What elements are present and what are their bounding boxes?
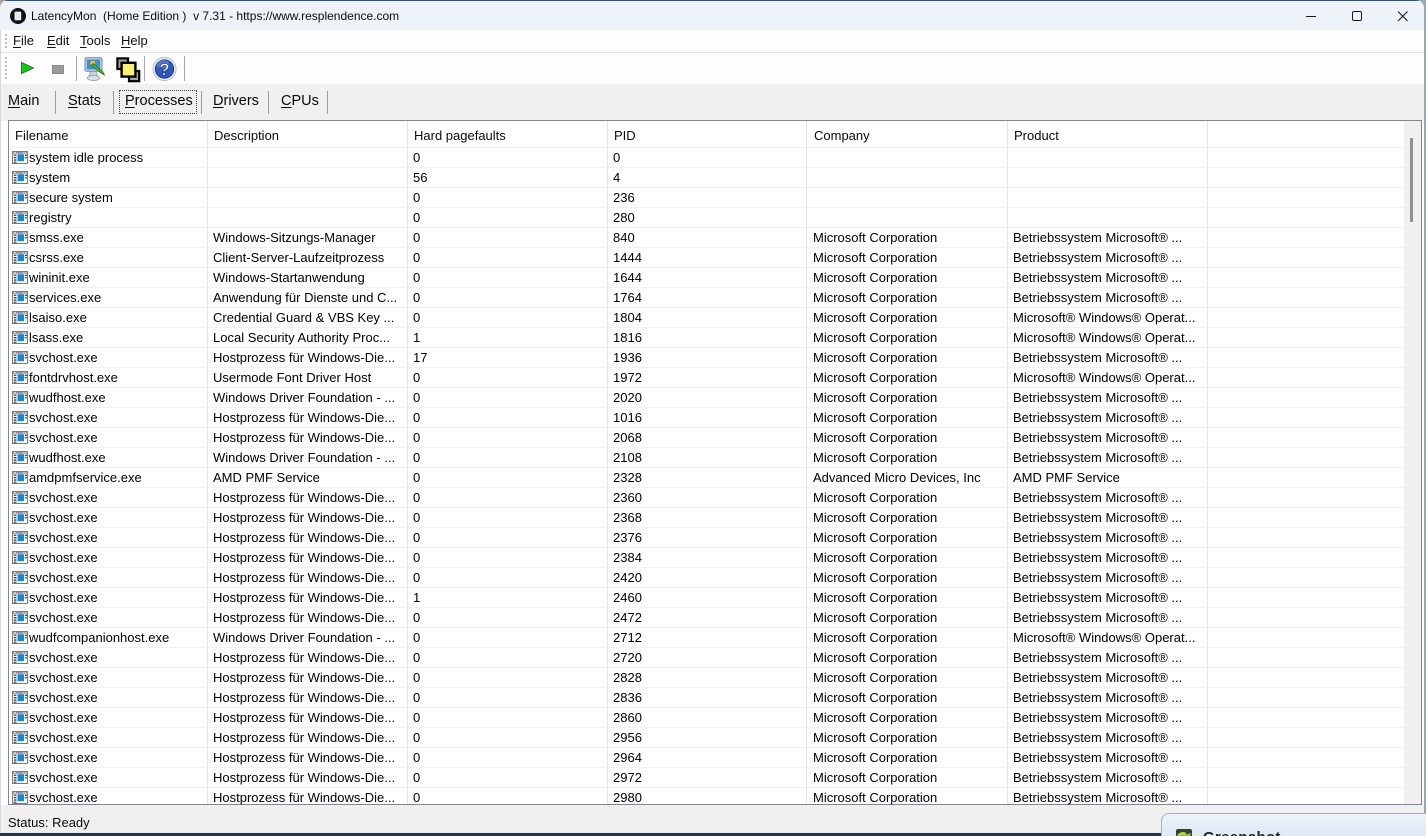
svg-text:?: ? [159,60,169,79]
